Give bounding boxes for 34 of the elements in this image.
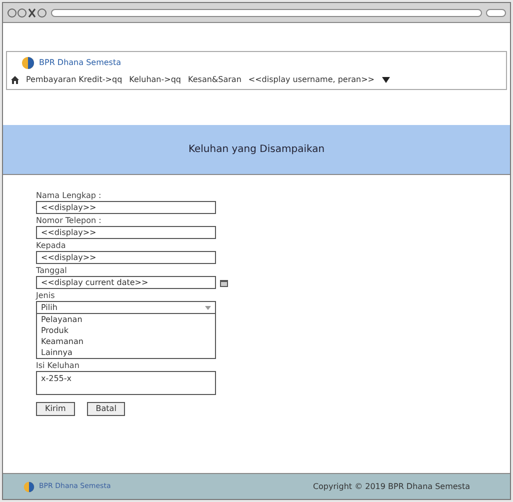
nav-link[interactable]: Kesan&Saran <box>188 74 242 86</box>
field-label: Kepada <box>36 240 67 251</box>
dropdown-option[interactable]: Lainnya <box>37 347 215 358</box>
logo-icon <box>21 56 35 70</box>
caret-icon[interactable] <box>382 77 390 83</box>
form-button[interactable]: Kirim <box>36 402 75 416</box>
text-field[interactable]: <<display>> <box>36 201 216 214</box>
address-bar[interactable] <box>51 8 482 16</box>
window-controls-icon[interactable] <box>7 8 47 18</box>
dropdown-option[interactable]: Pelayanan <box>37 314 215 325</box>
date-field[interactable]: <<display current date>> <box>36 276 216 289</box>
nav-link[interactable]: <<display username, peran>> <box>248 74 374 86</box>
nav-link[interactable]: Pembayaran Kredit->qq <box>26 74 122 86</box>
dropdown-option[interactable]: Keamanan <box>37 336 215 347</box>
dropdown-field[interactable]: Pilih <box>36 301 216 314</box>
field-label: Tanggal <box>36 265 68 276</box>
text-field[interactable]: <<display>> <box>36 226 216 239</box>
search-bar[interactable] <box>486 8 506 16</box>
text-area[interactable]: x-255-x <box>36 371 216 395</box>
caret-icon <box>205 304 211 310</box>
home-icon[interactable] <box>11 76 19 84</box>
brand-name: BPR Dhana Semesta <box>39 57 121 69</box>
dropdown-option[interactable]: Produk <box>37 325 215 336</box>
logo-icon <box>23 480 35 492</box>
field-label: Jenis <box>36 290 56 301</box>
nav-link[interactable]: Keluhan->qq <box>129 74 181 86</box>
field-label: Nomor Telepon : <box>36 215 102 226</box>
calendar-icon[interactable] <box>220 278 228 286</box>
text-field[interactable]: <<display>> <box>36 251 216 264</box>
field-label: Nama Lengkap : <box>36 190 102 201</box>
form-button[interactable]: Batal <box>86 402 126 416</box>
copyright-text: Copyright © 2019 BPR Dhana Semesta <box>312 480 470 492</box>
field-label: Isi Keluhan <box>36 360 80 371</box>
page-title: Keluhan yang Disampaikan <box>188 143 325 157</box>
